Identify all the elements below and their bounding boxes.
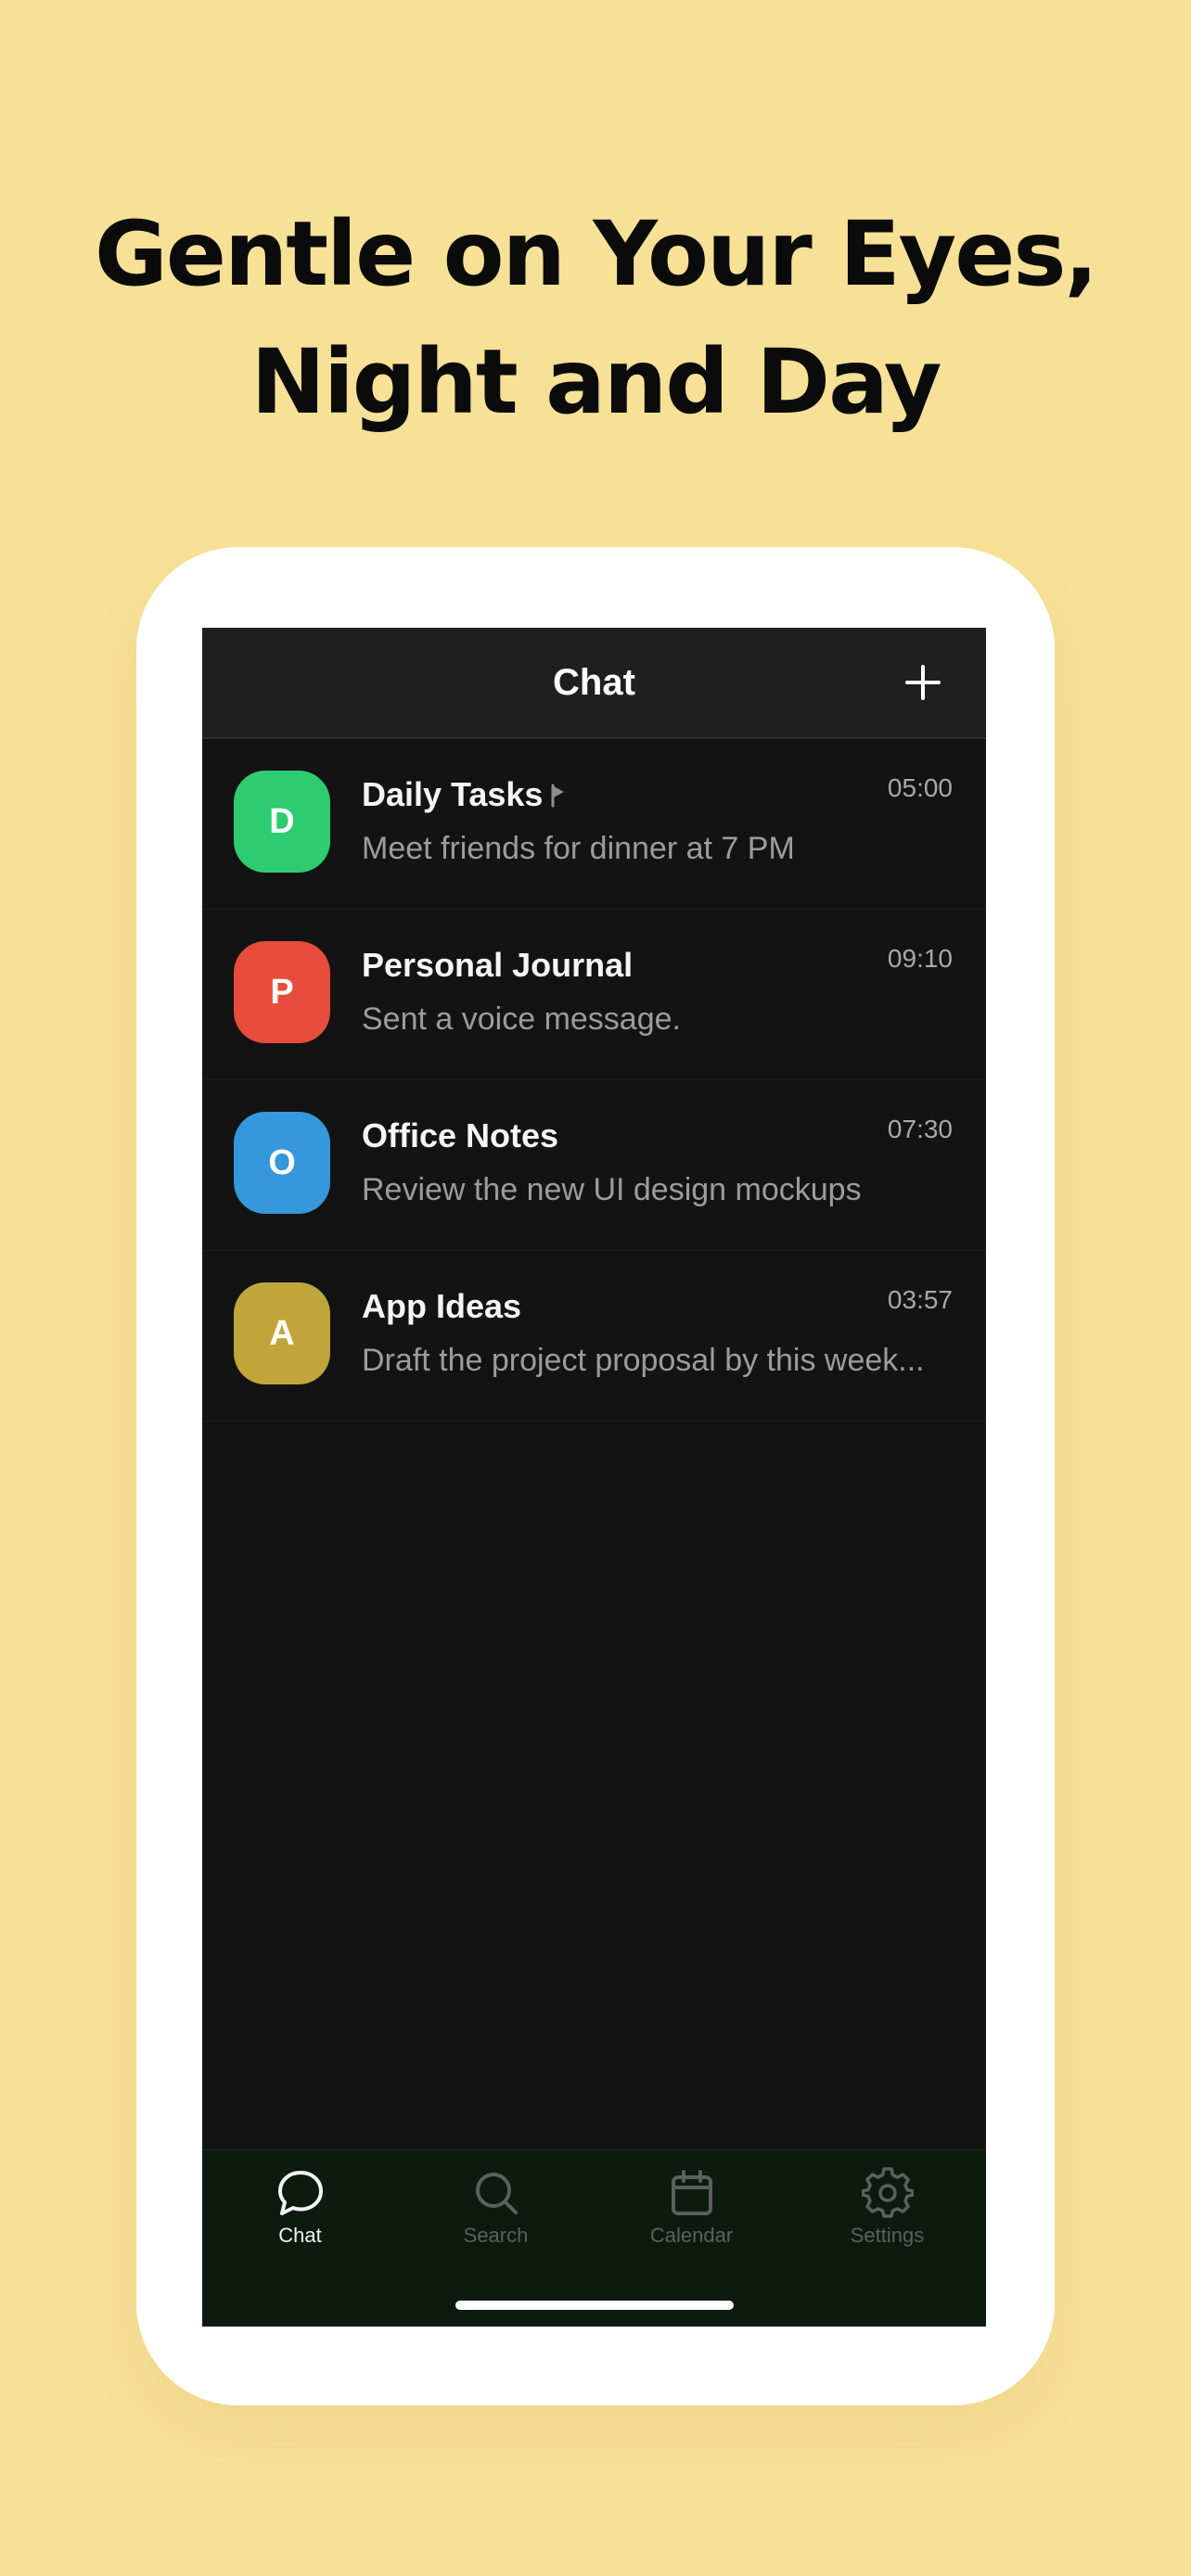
- chat-time: 05:00: [887, 773, 953, 802]
- chat-time: 09:10: [887, 944, 953, 973]
- pin-icon: [550, 784, 567, 808]
- tab-settings[interactable]: Settings: [789, 2167, 985, 2269]
- headline-line-1: Gentle on Your Eyes,: [95, 202, 1098, 306]
- tab-bar: Chat Search Calendar Settings: [202, 2149, 986, 2327]
- tab-label: Calendar: [649, 2224, 734, 2247]
- chat-list-item[interactable]: P Personal Journal 09:10 Sent a voice me…: [202, 910, 986, 1080]
- plus-icon: [905, 665, 941, 700]
- tab-label: Settings: [850, 2224, 925, 2247]
- chat-time: 03:57: [887, 1285, 953, 1314]
- app-screen: Chat D Daily Tasks 05:00 Meet friends fo…: [202, 628, 986, 2327]
- tab-label: Search: [463, 2224, 529, 2247]
- tab-label: Chat: [278, 2224, 322, 2247]
- chat-name: App Ideas: [362, 1287, 522, 1325]
- page-title: Chat: [553, 662, 635, 703]
- chat-name: Personal Journal: [362, 946, 634, 984]
- chat-preview: Draft the project proposal by this week.…: [362, 1343, 925, 1378]
- promo-headline: Gentle on Your Eyes, Night and Day: [0, 190, 1191, 446]
- chat-preview: Review the new UI design mockups: [362, 1172, 862, 1207]
- search-icon: [470, 2167, 522, 2219]
- chat-bubble-icon: [275, 2167, 327, 2219]
- avatar: D: [234, 771, 330, 873]
- headline-line-2: Night and Day: [250, 330, 942, 434]
- avatar: A: [234, 1282, 330, 1384]
- avatar: P: [234, 941, 330, 1043]
- chat-name: Daily Tasks: [362, 775, 544, 813]
- gear-icon: [861, 2167, 914, 2219]
- avatar: O: [234, 1112, 330, 1214]
- add-chat-button[interactable]: [889, 648, 957, 717]
- chat-list: D Daily Tasks 05:00 Meet friends for din…: [202, 739, 986, 1422]
- chat-preview: Sent a voice message.: [362, 1001, 681, 1037]
- chat-list-item[interactable]: D Daily Tasks 05:00 Meet friends for din…: [202, 739, 986, 910]
- tab-calendar[interactable]: Calendar: [594, 2167, 789, 2269]
- home-indicator[interactable]: [455, 2301, 734, 2310]
- navigation-bar: Chat: [202, 628, 986, 739]
- tab-chat[interactable]: Chat: [202, 2167, 398, 2269]
- chat-preview: Meet friends for dinner at 7 PM: [362, 831, 795, 866]
- chat-name: Office Notes: [362, 1116, 559, 1154]
- chat-list-item[interactable]: O Office Notes 07:30 Review the new UI d…: [202, 1080, 986, 1251]
- chat-list-item[interactable]: A App Ideas 03:57 Draft the project prop…: [202, 1251, 986, 1422]
- tab-search[interactable]: Search: [398, 2167, 594, 2269]
- chat-name-wrap: Daily Tasks: [362, 774, 567, 815]
- calendar-icon: [666, 2167, 718, 2219]
- chat-time: 07:30: [887, 1115, 953, 1143]
